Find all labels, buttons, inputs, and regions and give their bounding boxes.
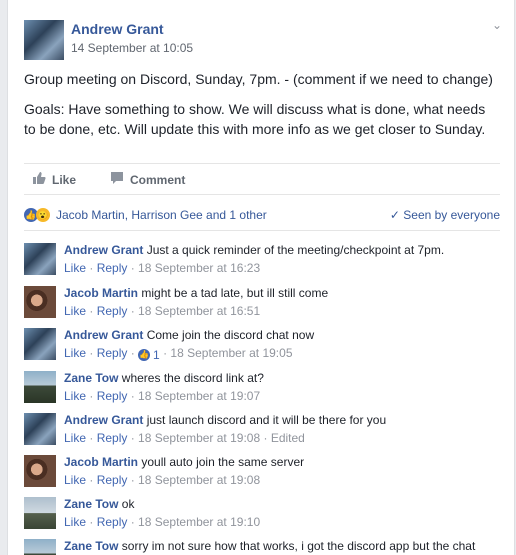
chevron-down-icon[interactable]: ⌄	[492, 18, 502, 32]
comment-text: wheres the discord link at?	[121, 371, 264, 385]
commenter-name[interactable]: Jacob Martin	[64, 286, 138, 300]
wow-reaction-icon: 😮	[36, 208, 50, 222]
avatar[interactable]	[24, 455, 56, 487]
commenter-name[interactable]: Jacob Martin	[64, 455, 138, 469]
comment-reply-link[interactable]: Reply	[97, 261, 128, 275]
comment-time[interactable]: 18 September at 16:23	[138, 261, 260, 275]
avatar[interactable]	[24, 539, 56, 555]
seen-indicator[interactable]: ✓ Seen by everyone	[390, 208, 500, 222]
comment-text: ok	[121, 497, 135, 511]
commenter-name[interactable]: Zane Tow	[64, 539, 118, 553]
comment-item: Zane Tow ok Like · Reply · 18 September …	[24, 497, 500, 539]
comment-label: Comment	[130, 172, 186, 187]
avatar[interactable]	[24, 413, 56, 445]
avatar[interactable]	[24, 286, 56, 318]
comment-time[interactable]: 18 September at 19:07	[138, 389, 260, 403]
comment-time[interactable]: 18 September at 16:51	[138, 304, 260, 318]
comment-button[interactable]: Comment	[110, 171, 185, 188]
comment-item: Zane Tow wheres the discord link at? Lik…	[24, 371, 500, 413]
comment-like-link[interactable]: Like	[64, 473, 86, 487]
commenter-name[interactable]: Zane Tow	[64, 497, 118, 511]
comment-time[interactable]: 18 September at 19:08	[138, 431, 260, 445]
comment-like-link[interactable]: Like	[64, 389, 86, 403]
like-label: Like	[52, 172, 77, 187]
post-paragraph: Goals: Have something to show. We will d…	[24, 101, 486, 137]
comment-item: Andrew Grant just launch discord and it …	[24, 413, 500, 455]
post-paragraph: Group meeting on Discord, Sunday, 7pm. -…	[24, 71, 493, 87]
comment-text: Just a quick reminder of the meeting/che…	[146, 243, 445, 257]
comment-item: Zane Tow sorry im not sure how that work…	[24, 539, 500, 555]
divider	[24, 230, 500, 231]
comment-text: sorry im not sure how that works, i got …	[121, 539, 476, 553]
comment-text: youll auto join the same server	[141, 455, 305, 469]
edited-label[interactable]: Edited	[271, 431, 305, 445]
comment-text: just launch discord and it will be there…	[146, 413, 387, 427]
post-author-name[interactable]: Andrew Grant	[71, 21, 164, 37]
post-actions: Like Comment	[24, 163, 500, 195]
comment-like-link[interactable]: Like	[64, 304, 86, 318]
commenter-name[interactable]: Andrew Grant	[64, 413, 143, 427]
check-icon: ✓	[389, 208, 400, 222]
comment-reply-link[interactable]: Reply	[97, 515, 128, 529]
post-timestamp[interactable]: 14 September at 10:05	[71, 41, 193, 55]
comment-item: Andrew Grant Come join the discord chat …	[24, 328, 500, 370]
reactions-names[interactable]: Jacob Martin, Harrison Gee and 1 other	[56, 208, 267, 222]
comment-item: Andrew Grant Just a quick reminder of th…	[24, 243, 500, 285]
comment-reply-link[interactable]: Reply	[97, 473, 128, 487]
like-count: 1	[153, 347, 160, 362]
avatar[interactable]	[24, 371, 56, 403]
comment-time[interactable]: 18 September at 19:05	[170, 346, 292, 360]
comment-reply-link[interactable]: Reply	[97, 389, 128, 403]
commenter-name[interactable]: Zane Tow	[64, 371, 118, 385]
comment-reply-link[interactable]: Reply	[97, 431, 128, 445]
comment-like-link[interactable]: Like	[64, 261, 86, 275]
reactions-bar: 👍 😮 Jacob Martin, Harrison Gee and 1 oth…	[24, 206, 500, 224]
seen-label: Seen by everyone	[403, 208, 500, 222]
commenter-name[interactable]: Andrew Grant	[64, 243, 143, 257]
comment-text: Come join the discord chat now	[146, 328, 315, 342]
comment-like-link[interactable]: Like	[64, 515, 86, 529]
comment-like-link[interactable]: Like	[64, 431, 86, 445]
comment-like-link[interactable]: Like	[64, 346, 86, 360]
like-button[interactable]: Like	[32, 171, 76, 188]
comment-text: might be a tad late, but ill still come	[141, 286, 329, 300]
comment-icon	[110, 171, 124, 188]
comment-reply-link[interactable]: Reply	[97, 304, 128, 318]
comment-item: Jacob Martin youll auto join the same se…	[24, 455, 500, 497]
comment-time[interactable]: 18 September at 19:10	[138, 515, 260, 529]
comment-time[interactable]: 18 September at 19:08	[138, 473, 260, 487]
comment-like-count[interactable]: 👍 1	[138, 348, 160, 362]
post-body: Group meeting on Discord, Sunday, 7pm. -…	[24, 69, 500, 149]
post-card: Andrew Grant 14 September at 10:05 ⌄ Gro…	[7, 0, 515, 555]
comment-reply-link[interactable]: Reply	[97, 346, 128, 360]
avatar[interactable]	[24, 328, 56, 360]
avatar[interactable]	[24, 243, 56, 275]
author-avatar[interactable]	[24, 20, 64, 60]
thumbs-up-icon: 👍	[138, 348, 151, 361]
avatar[interactable]	[24, 497, 56, 529]
comment-item: Jacob Martin might be a tad late, but il…	[24, 286, 500, 328]
commenter-name[interactable]: Andrew Grant	[64, 328, 143, 342]
thumbs-up-icon	[32, 171, 46, 188]
